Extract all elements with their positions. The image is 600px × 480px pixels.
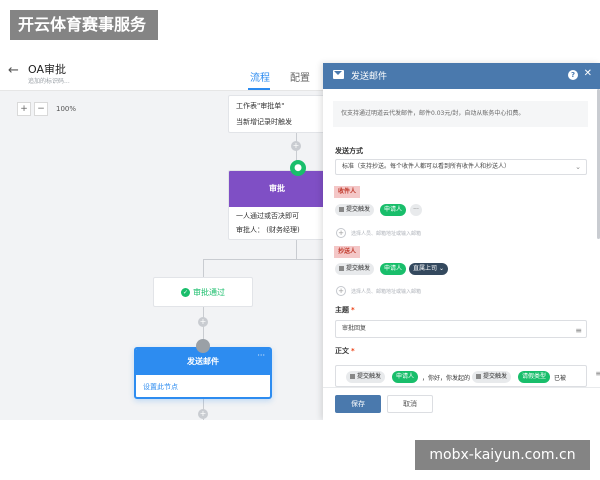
cc-label: 抄送人 [334, 246, 361, 258]
panel-title: 发送邮件 [351, 72, 388, 82]
chevron-down-icon: ⌄ [575, 163, 581, 171]
approve-node-rule: 一人通过或否决即可 [236, 212, 299, 220]
trigger-icon [339, 207, 344, 212]
cc-source-chip[interactable]: 提交触发 [335, 263, 375, 275]
tab-config[interactable]: 配置 [290, 69, 310, 84]
trigger-icon [350, 374, 355, 379]
app-subtitle: 追加的标识码... [28, 78, 70, 85]
body-text-mid: ，你好，你发起的 [422, 375, 471, 382]
recipient-source-chip[interactable]: 提交触发 [335, 204, 375, 216]
insert-field-icon[interactable]: ≡ [595, 369, 600, 378]
panel-body: 仅支持通过明道云代发邮件，邮件0.03元/封，自动从账务中心扣费。 发送方式 标… [323, 89, 600, 387]
more-icon[interactable]: ··· [257, 351, 265, 360]
body-label-text: 正文 [335, 347, 349, 355]
tab-flow[interactable]: 流程 [250, 69, 270, 84]
approved-branch-node[interactable]: ✓ 审批通过 [153, 277, 253, 307]
required-mark: * [351, 347, 355, 355]
trigger-icon [476, 374, 481, 379]
recipient-source-text: 提交触发 [346, 206, 371, 213]
add-cc-icon[interactable]: + [336, 286, 346, 296]
connector-line [296, 240, 297, 260]
help-icon[interactable]: ? [568, 70, 578, 80]
body-text-end: 已被 [554, 375, 567, 382]
trigger-node-line2: 当新增记录时触发 [236, 118, 292, 126]
workflow-app: ← OA审批 追加的标识码... 流程 配置 + − 100% + + + 工作… [0, 55, 600, 420]
zoom-level: 100% [56, 105, 77, 113]
add-node-icon[interactable]: + [198, 317, 208, 327]
back-arrow-icon[interactable]: ← [8, 63, 22, 79]
body-source-chip-1[interactable]: 提交触发 [346, 371, 386, 383]
zoom-control: + − 100% [17, 102, 76, 116]
body-label: 正文 * [335, 346, 355, 356]
watermark-bottom: mobx-kaiyun.com.cn [415, 440, 590, 470]
add-node-icon[interactable]: + [198, 409, 208, 419]
screenshot-stage: 开云体育赛事服务 ← OA审批 追加的标识码... 流程 配置 + − 100%… [0, 0, 600, 480]
add-recipient-hint[interactable]: 选择人员、邮箱地址或输入邮箱 [351, 230, 421, 237]
add-recipient-icon[interactable]: + [336, 228, 346, 238]
body-person-chip[interactable]: 申请人 [392, 371, 419, 383]
app-title: OA审批 [28, 63, 66, 76]
subject-input[interactable]: 审批回复 ≡ [335, 320, 587, 338]
connector-line [203, 259, 323, 260]
trigger-node-line1: 工作表"审批单" [236, 102, 285, 110]
zoom-in-button[interactable]: + [17, 102, 31, 116]
body-source-text-1: 提交触发 [357, 373, 382, 380]
panel-header: 发送邮件 ? ✕ [323, 63, 600, 89]
tab-active-indicator [248, 88, 270, 90]
cc-source-text: 提交触发 [346, 265, 371, 272]
recipient-person-chip[interactable]: 申请人 [380, 204, 407, 216]
mail-node-icon [196, 339, 210, 353]
cc-role-text: 直属上司 [413, 265, 438, 272]
send-mail-node-hint: 设置此节点 [143, 383, 178, 391]
approved-branch-label: 审批通过 [193, 288, 225, 297]
check-icon: ✓ [181, 288, 190, 297]
add-cc-hint[interactable]: 选择人员、邮箱地址或输入邮箱 [351, 288, 421, 295]
send-mode-value: 标准（支持抄送。每个收件人都可以看到所有收件人和抄送人） [342, 163, 511, 170]
approve-node-approver: 审批人： (财务经理) [236, 226, 300, 234]
panel-footer: 保存 取消 [323, 387, 600, 420]
send-mode-label: 发送方式 [335, 147, 363, 155]
approve-node[interactable]: 审批 一人通过或否决即可 审批人： (财务经理) [228, 170, 326, 240]
more-recipients-icon[interactable]: ··· [410, 204, 422, 216]
user-icon: ● [290, 160, 306, 176]
subject-label: 主题 * [335, 305, 355, 315]
save-button[interactable]: 保存 [335, 395, 381, 413]
add-node-icon[interactable]: + [291, 141, 301, 151]
cc-person-chip[interactable]: 申请人 [380, 263, 407, 275]
subject-value: 审批回复 [342, 325, 367, 332]
insert-field-icon[interactable]: ≡ [575, 323, 582, 339]
chevron-down-icon: ⌄ [438, 265, 444, 272]
send-mode-select[interactable]: 标准（支持抄送。每个收件人都可以看到所有收件人和抄送人） ⌄ [335, 159, 587, 175]
body-editor[interactable]: 提交触发 申请人 ，你好，你发起的 提交触发 请假类型 已被 ≡ [335, 365, 600, 387]
mail-icon [333, 70, 344, 79]
watermark-top: 开云体育赛事服务 [10, 10, 158, 40]
connector-line [203, 259, 204, 277]
close-icon[interactable]: ✕ [584, 68, 592, 79]
zoom-out-button[interactable]: − [34, 102, 48, 116]
billing-notice: 仅支持通过明道云代发邮件，邮件0.03元/封，自动从账务中心扣费。 [333, 101, 588, 127]
recipients-label: 收件人 [334, 186, 361, 198]
send-mail-panel: 发送邮件 ? ✕ 仅支持通过明道云代发邮件，邮件0.03元/封，自动从账务中心扣… [323, 63, 600, 420]
body-source-text-2: 提交触发 [483, 373, 508, 380]
required-mark: * [351, 306, 355, 314]
subject-label-text: 主题 [335, 306, 349, 314]
body-type-chip[interactable]: 请假类型 [518, 371, 551, 383]
body-source-chip-2[interactable]: 提交触发 [472, 371, 512, 383]
trigger-icon [339, 266, 344, 271]
send-mail-node[interactable]: 发送邮件 ··· 设置此节点 [134, 347, 272, 399]
approve-node-title: 审批 [229, 171, 325, 207]
cancel-button[interactable]: 取消 [387, 395, 433, 413]
trigger-node[interactable]: 工作表"审批单" 当新增记录时触发 [228, 95, 326, 133]
cc-role-chip[interactable]: 直属上司 ⌄ [409, 263, 448, 275]
